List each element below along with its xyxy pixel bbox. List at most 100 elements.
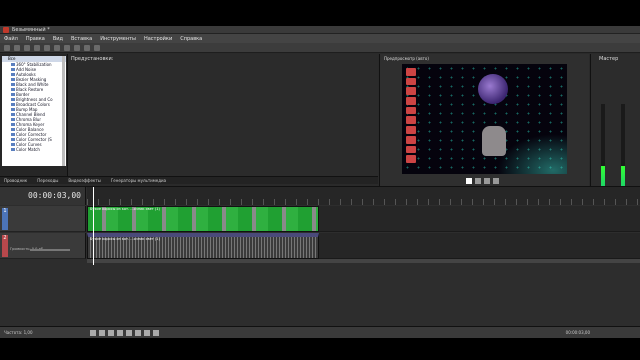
video-track-lane[interactable]: Бухие коросы из кот. ...очник свет (1) [87,206,640,232]
vegas-window: Безымянный * Файл Правка Вид Вставка Инс… [0,26,640,338]
loop-icon[interactable] [99,330,105,336]
main-toolbar [0,43,640,53]
transport-timecode: 00:00:03,00 [565,330,590,335]
title-bar: Безымянный * [0,26,640,34]
rate-display: Частота: 1,00 [4,330,33,335]
play-icon[interactable] [466,178,472,184]
play-from-start-icon[interactable] [108,330,114,336]
timeline-header: 00:00:03,00 [0,187,86,205]
planet-image [478,74,508,104]
effect-icon [11,113,15,116]
rate-label: Частота: [4,330,23,335]
menu-tools[interactable]: Инструменты [100,36,136,42]
tab-media-generators[interactable]: Генераторы мультимедиа [111,178,166,183]
effect-icon [11,143,15,146]
new-icon[interactable] [4,44,10,51]
glow-effect [497,134,567,174]
time-ruler[interactable] [87,187,640,205]
open-icon[interactable] [14,44,20,51]
effect-icon [11,88,15,91]
next-frame-icon[interactable] [153,330,159,336]
menu-options[interactable]: Настройки [144,36,172,42]
effect-icon [11,108,15,111]
menu-bar: Файл Правка Вид Вставка Инструменты Наст… [0,34,640,43]
timeline: 00:00:03,00 1 Бухие коросы из кот. ...оч… [0,186,640,326]
effect-icon [11,138,15,141]
effect-icon [11,78,15,81]
copy-icon[interactable] [54,44,60,51]
play-icon[interactable] [117,330,123,336]
effect-icon [11,103,15,106]
explorer-scrollbar[interactable] [62,56,65,166]
master-meter-right [621,104,625,199]
render-icon[interactable] [34,44,40,51]
pause-icon[interactable] [126,330,132,336]
stop-icon[interactable] [135,330,141,336]
video-clip-label: Бухие коросы из кот. ...очник свет (1) [90,207,160,211]
record-icon[interactable] [90,330,96,336]
audio-track-lane[interactable]: Бухие коросы из кот. ...очник свет (1) [87,233,640,259]
letterbox-bottom [0,338,640,360]
redo-icon[interactable] [84,44,90,51]
menu-help[interactable]: Справка [180,36,202,42]
video-clip[interactable]: Бухие коросы из кот. ...очник свет (1) [87,206,319,232]
pause-icon[interactable] [475,178,481,184]
effect-icon [11,128,15,131]
effect-icon [11,133,15,136]
transport-buttons [90,330,159,336]
timeline-scrollbar[interactable] [87,259,640,263]
effect-icon [11,148,15,151]
desktop-icons [406,68,416,163]
tab-transitions[interactable]: Переходы [37,178,58,183]
preview-mode[interactable]: Предпросмотр (авто) [384,56,429,61]
cat-image [482,126,506,156]
rate-value: 1,00 [23,330,33,335]
preview-frame [402,64,567,174]
track-number: 2 [2,235,8,257]
save-icon[interactable] [24,44,30,51]
master-label: Мастер [599,56,619,62]
effects-list: 360° Stabilization Add Noise Autolooks Bezi… [2,62,66,152]
effect-icon [11,83,15,86]
effect-label: Color Match [16,147,40,152]
menu-view[interactable]: Вид [53,36,63,42]
timecode-display[interactable]: 00:00:03,00 [28,191,81,200]
audio-clip[interactable]: Бухие коросы из кот. ...очник свет (1) [87,233,319,259]
presets-panel: Предустановки: [68,54,378,176]
video-track-header[interactable]: 1 [0,206,86,232]
dock-tabs: Проводник Переходы Видеоэффекты Генерато… [0,176,378,184]
paste-icon[interactable] [64,44,70,51]
transport-bar: Частота: 1,00 00:00:03,00 [0,326,640,338]
effect-icon [11,93,15,96]
tab-explorer[interactable]: Проводник [4,178,27,183]
effects-tree: Все 360° Stabilization Add Noise Autolooks… [2,56,66,166]
effect-icon [11,68,15,71]
effects-explorer: Все 360° Stabilization Add Noise Autolooks… [0,54,68,176]
master-meter-left [601,104,605,199]
app-logo-icon [3,27,9,33]
audio-track-header[interactable]: 2 Громкость: 0,0 дБ [0,233,86,259]
stop-icon[interactable] [484,178,490,184]
undo-icon[interactable] [74,44,80,51]
menu-file[interactable]: Файл [4,36,18,42]
vol-label: Громкость: [10,247,31,251]
volume-slider[interactable] [30,249,70,251]
cut-icon[interactable] [44,44,50,51]
playhead-cursor[interactable] [93,187,94,265]
effect-icon [11,123,15,126]
menu-insert[interactable]: Вставка [71,36,92,42]
track-number: 1 [2,208,8,230]
tab-video-fx[interactable]: Видеоэффекты [68,178,100,183]
audio-clip-label: Бухие коросы из кот. ...очник свет (1) [90,237,160,241]
effect-item[interactable]: Color Match [2,147,66,152]
properties-icon[interactable] [94,44,100,51]
menu-icon[interactable] [493,178,499,184]
effect-icon [11,73,15,76]
letterbox-top [0,0,640,26]
effect-icon [11,63,15,66]
window-title: Безымянный * [12,27,50,33]
preview-transport [466,178,499,184]
prev-frame-icon[interactable] [144,330,150,336]
presets-label: Предустановки: [71,56,114,62]
menu-edit[interactable]: Правка [26,36,45,42]
